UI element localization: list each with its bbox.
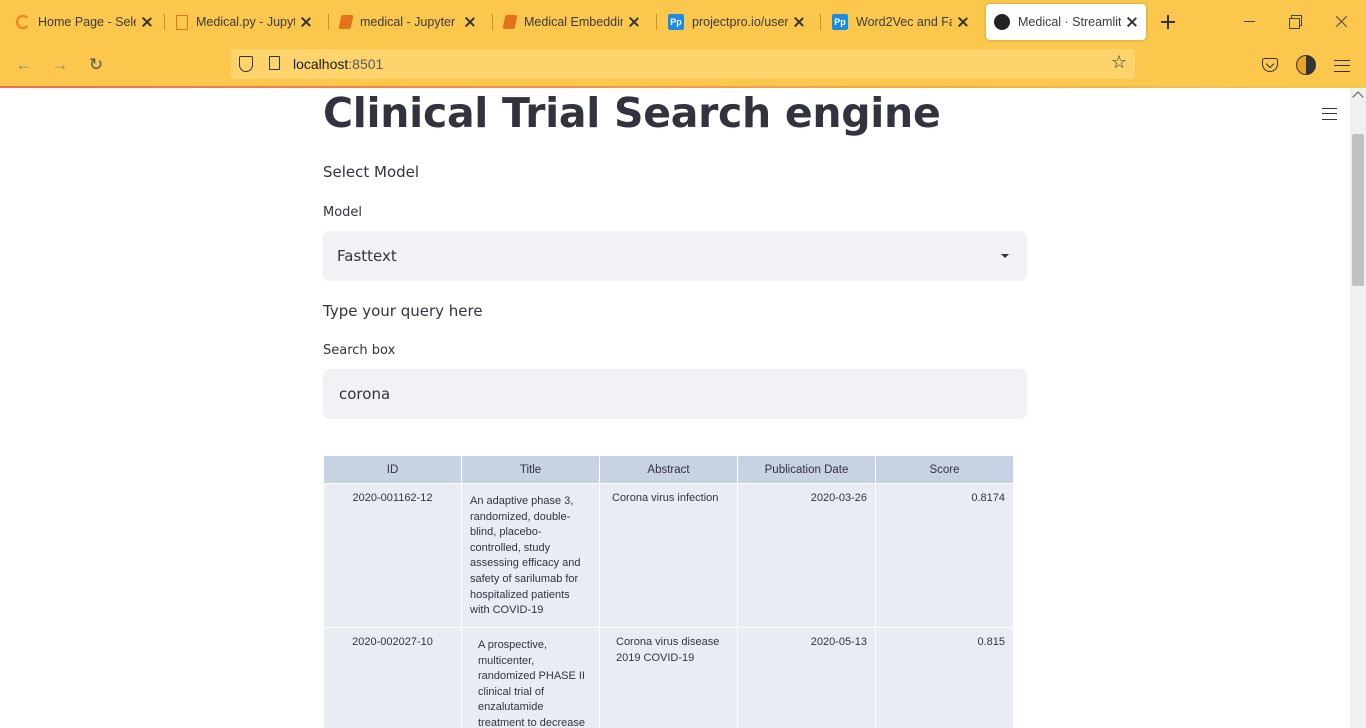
select-model-heading: Select Model [323,163,420,181]
projectpro-icon: Pp [832,14,848,30]
tab-divider [164,14,165,30]
table-row: 2020-002027-10 A prospective, multicente… [323,627,1014,728]
back-arrow-icon[interactable]: ← [13,54,35,76]
window-close-icon[interactable] [1332,12,1352,32]
close-icon[interactable] [627,15,640,29]
column-header-abstract[interactable]: Abstract [599,455,738,484]
url-host: localhost [293,56,349,72]
cell-id: 2020-001162-12 [323,483,462,628]
bookmark-star-icon[interactable]: ☆ [1111,52,1127,73]
cell-publication-date: 2020-03-26 [737,483,876,628]
cell-publication-date: 2020-05-13 [737,627,876,728]
browser-tab-medical-embedding[interactable]: Medical Embedding [496,4,648,40]
url-text[interactable]: localhost:8501 [293,56,383,72]
notebook-icon [338,15,354,29]
pocket-icon[interactable] [1262,58,1278,72]
model-label: Model [323,205,363,220]
cell-title: A prospective, multicenter, randomized P… [461,627,600,728]
cell-score: 0.815 [875,627,1014,728]
table-row: 2020-001162-12 An adaptive phase 3, rand… [323,483,1014,628]
tab-title: Medical Embedding [524,15,624,29]
close-icon[interactable] [463,15,476,29]
tab-divider [328,14,329,30]
table-header-row: ID Title Abstract Publication Date Score [323,455,1014,484]
tab-title: Medical.py - Jupyter [196,15,296,29]
browser-menu-icon[interactable] [1334,60,1350,72]
tab-title: Home Page - Select [38,15,136,29]
file-icon [176,14,188,30]
query-heading: Type your query here [323,302,483,320]
scrollbar-thumb[interactable] [1352,134,1364,286]
tab-title: projectpro.io/user/d [692,15,788,29]
account-icon[interactable] [1296,55,1316,75]
caret-down-icon [1001,254,1009,258]
tab-title: medical - Jupyter N [360,15,460,29]
cell-title: An adaptive phase 3, randomized, double-… [461,483,600,628]
column-header-title[interactable]: Title [461,455,600,484]
app-menu-icon[interactable] [1322,108,1337,120]
minimize-icon[interactable] [1240,12,1260,32]
results-table: ID Title Abstract Publication Date Score… [323,455,1014,728]
browser-tab-medical-py[interactable]: Medical.py - Jupyter [168,4,320,40]
streamlit-icon [994,14,1010,30]
browser-tab-streamlit[interactable]: Medical · Streamlit [986,4,1146,40]
page-scrollbar[interactable] [1350,88,1366,728]
browser-tab-projectpro[interactable]: Pp projectpro.io/user/d [660,4,812,40]
page-title: Clinical Trial Search engine [323,89,941,137]
cell-score: 0.8174 [875,483,1014,628]
tab-bar: Home Page - Select Medical.py - Jupyter … [0,0,1366,44]
column-header-score[interactable]: Score [875,455,1014,484]
notebook-icon [502,15,518,29]
column-header-id[interactable]: ID [323,455,462,484]
close-icon[interactable] [1125,15,1138,29]
page-info-icon[interactable] [269,56,280,70]
scroll-up-arrow-icon[interactable] [1352,91,1364,103]
restore-icon[interactable] [1286,12,1306,32]
url-port: :8501 [348,56,384,72]
tab-divider [492,14,493,30]
browser-tab-word2vec[interactable]: Pp Word2Vec and FastT [824,4,976,40]
close-icon[interactable] [956,15,968,29]
search-input[interactable] [323,369,1027,419]
tab-divider [820,14,821,30]
cell-id: 2020-002027-10 [323,627,462,728]
projectpro-icon: Pp [668,14,684,30]
search-box-label: Search box [323,343,396,358]
browser-tab-medical-notebook[interactable]: medical - Jupyter N [332,4,484,40]
tab-title: Medical · Streamlit [1018,15,1122,29]
close-icon[interactable] [299,15,312,29]
cell-abstract: Corona virus infection [599,483,738,628]
browser-tab-home[interactable]: Home Page - Select [8,4,160,40]
navigation-bar: ← → ↻ localhost:8501 ☆ [0,44,1366,86]
address-bar[interactable]: localhost:8501 ☆ [231,49,1135,79]
tab-divider [656,14,657,30]
model-select[interactable]: Fasttext [323,231,1027,281]
shield-icon[interactable] [239,56,253,72]
column-header-publication-date[interactable]: Publication Date [737,455,876,484]
close-icon[interactable] [140,15,152,29]
jupyter-icon [16,15,30,29]
forward-arrow-icon[interactable]: → [49,54,71,76]
close-icon[interactable] [792,15,804,29]
page-viewport: Clinical Trial Search engine Select Mode… [0,88,1350,728]
tab-title: Word2Vec and FastT [856,15,952,29]
cell-abstract: Corona virus disease 2019 COVID-19 [599,627,738,728]
reload-icon[interactable]: ↻ [85,54,107,76]
new-tab-icon[interactable] [1158,12,1178,32]
model-select-value: Fasttext [337,247,397,265]
